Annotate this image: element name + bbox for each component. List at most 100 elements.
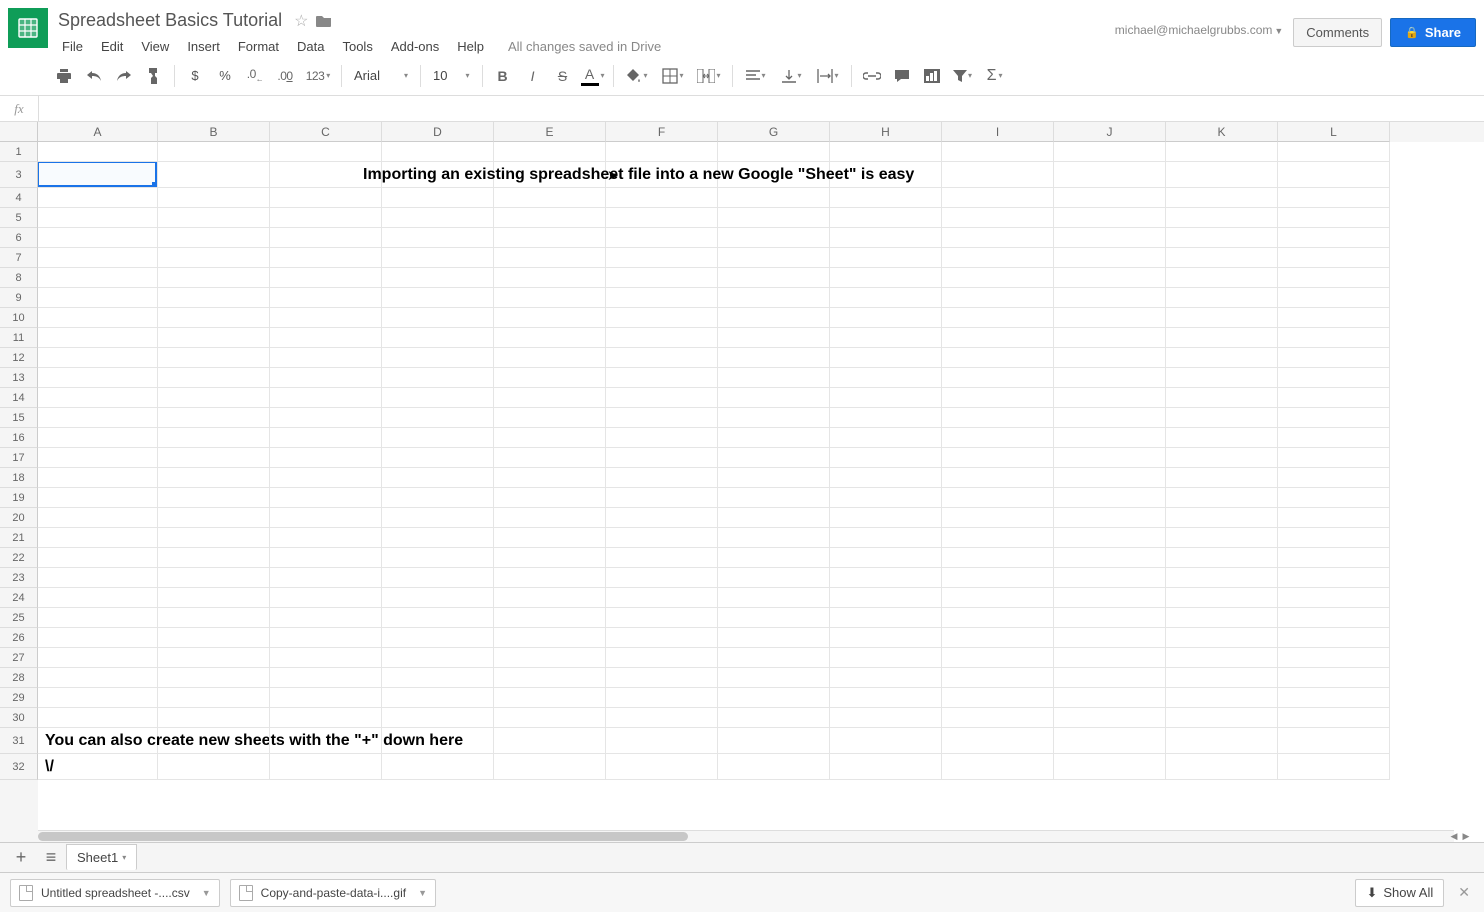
all-sheets-button[interactable]: ≡	[36, 843, 66, 873]
column-header[interactable]: F	[606, 122, 718, 142]
cell[interactable]	[494, 208, 606, 228]
cell[interactable]	[494, 248, 606, 268]
cell[interactable]	[942, 428, 1054, 448]
cell[interactable]	[158, 588, 270, 608]
menu-insert[interactable]: Insert	[179, 35, 228, 58]
cell[interactable]	[382, 608, 494, 628]
cell[interactable]	[494, 428, 606, 448]
cell[interactable]	[830, 328, 942, 348]
cell[interactable]	[1278, 208, 1390, 228]
cell[interactable]	[158, 368, 270, 388]
cell[interactable]	[158, 248, 270, 268]
cell[interactable]	[718, 288, 830, 308]
cell[interactable]	[1278, 188, 1390, 208]
cell[interactable]	[38, 668, 158, 688]
cell[interactable]	[494, 668, 606, 688]
cell[interactable]	[942, 328, 1054, 348]
cell[interactable]	[494, 608, 606, 628]
cell[interactable]	[1278, 268, 1390, 288]
cell[interactable]	[38, 688, 158, 708]
cell[interactable]	[1054, 328, 1166, 348]
undo-icon[interactable]	[80, 63, 108, 89]
row-header[interactable]: 24	[0, 588, 38, 608]
cell[interactable]: \/	[38, 754, 158, 780]
cell[interactable]	[38, 428, 158, 448]
comments-button[interactable]: Comments	[1293, 18, 1382, 47]
cell[interactable]	[1166, 628, 1278, 648]
text-color-button[interactable]: A▾	[579, 63, 607, 89]
cell[interactable]	[1054, 668, 1166, 688]
row-header[interactable]: 13	[0, 368, 38, 388]
cell[interactable]	[1278, 428, 1390, 448]
cell[interactable]	[494, 754, 606, 780]
cell[interactable]	[718, 628, 830, 648]
scrollbar-thumb[interactable]	[38, 832, 688, 841]
row-header[interactable]: 20	[0, 508, 38, 528]
cell[interactable]	[606, 388, 718, 408]
cell[interactable]	[38, 628, 158, 648]
cell[interactable]	[606, 328, 718, 348]
row-header[interactable]: 3	[0, 162, 38, 188]
cell[interactable]	[38, 188, 158, 208]
document-title[interactable]: Spreadsheet Basics Tutorial	[54, 8, 286, 33]
cell[interactable]	[1166, 728, 1278, 754]
cell[interactable]	[718, 688, 830, 708]
column-header[interactable]: G	[718, 122, 830, 142]
column-header[interactable]: L	[1278, 122, 1390, 142]
cell[interactable]	[1278, 488, 1390, 508]
cell[interactable]	[494, 708, 606, 728]
cell[interactable]	[1054, 608, 1166, 628]
cell[interactable]	[38, 308, 158, 328]
cell[interactable]	[158, 468, 270, 488]
cell[interactable]	[494, 228, 606, 248]
cell[interactable]	[494, 488, 606, 508]
cell[interactable]	[1166, 648, 1278, 668]
cell[interactable]	[382, 228, 494, 248]
cell[interactable]	[606, 428, 718, 448]
cell[interactable]	[158, 508, 270, 528]
row-header[interactable]: 26	[0, 628, 38, 648]
cell[interactable]	[830, 188, 942, 208]
cell[interactable]	[942, 728, 1054, 754]
cell[interactable]	[1054, 488, 1166, 508]
scroll-left-icon[interactable]: ◀	[1448, 830, 1460, 842]
cell[interactable]	[830, 468, 942, 488]
horizontal-scrollbar[interactable]	[38, 830, 1454, 842]
cell[interactable]	[494, 448, 606, 468]
cell[interactable]	[718, 448, 830, 468]
cell[interactable]	[718, 508, 830, 528]
font-family-select[interactable]: Arial▾	[348, 63, 414, 89]
row-header[interactable]: 25	[0, 608, 38, 628]
cell[interactable]	[270, 488, 382, 508]
cell[interactable]	[382, 368, 494, 388]
cell[interactable]	[1166, 688, 1278, 708]
cell[interactable]	[942, 408, 1054, 428]
cell[interactable]	[1054, 188, 1166, 208]
cell[interactable]	[830, 368, 942, 388]
cell[interactable]	[830, 408, 942, 428]
cell[interactable]	[718, 568, 830, 588]
cell[interactable]	[718, 348, 830, 368]
cell[interactable]	[1278, 588, 1390, 608]
cell[interactable]	[382, 288, 494, 308]
cell[interactable]	[494, 348, 606, 368]
column-header[interactable]: I	[942, 122, 1054, 142]
cell[interactable]	[942, 754, 1054, 780]
text-wrap-button[interactable]: ▾	[811, 63, 845, 89]
cell[interactable]	[718, 328, 830, 348]
cell[interactable]	[718, 268, 830, 288]
sheet-tab-sheet1[interactable]: Sheet1▾	[66, 844, 137, 870]
cell[interactable]	[718, 188, 830, 208]
cell[interactable]	[718, 408, 830, 428]
cell[interactable]	[1054, 228, 1166, 248]
cell[interactable]	[830, 308, 942, 328]
cell[interactable]	[382, 754, 494, 780]
cell[interactable]	[942, 468, 1054, 488]
cell[interactable]	[494, 368, 606, 388]
cell[interactable]	[830, 668, 942, 688]
row-header[interactable]: 10	[0, 308, 38, 328]
cell[interactable]	[606, 188, 718, 208]
cell[interactable]	[1054, 528, 1166, 548]
cell[interactable]	[1278, 448, 1390, 468]
cell[interactable]	[718, 608, 830, 628]
